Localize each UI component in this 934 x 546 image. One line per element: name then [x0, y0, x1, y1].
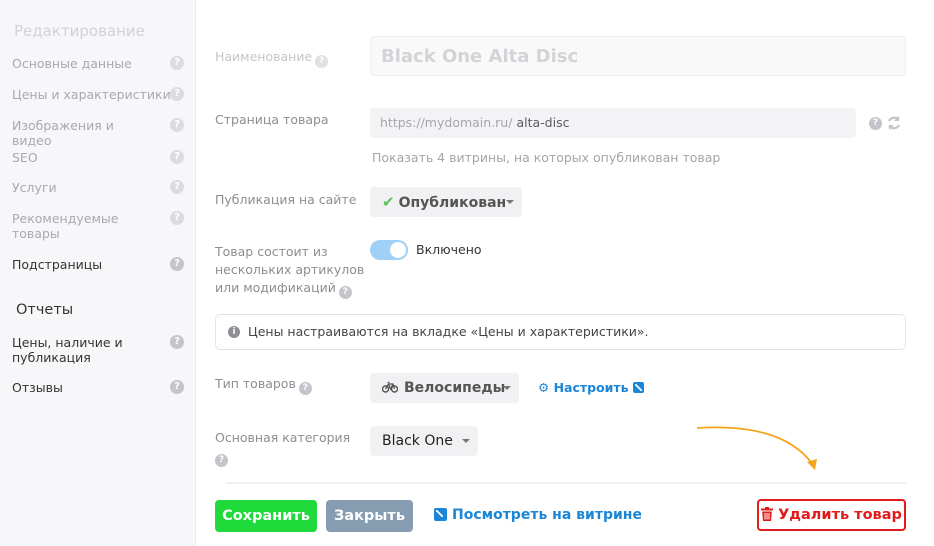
sidebar-item-recommended[interactable]: Рекомендуемые товары ?	[12, 211, 188, 241]
close-button[interactable]: Закрыть	[326, 500, 413, 532]
publication-select[interactable]: ✔ Опубликован	[370, 187, 522, 217]
url-base: https://mydomain.ru/	[380, 115, 513, 130]
help-icon[interactable]: ?	[170, 335, 184, 349]
publication-label: Публикация на сайте	[215, 192, 357, 207]
sidebar-item-prices[interactable]: Цены и характеристики ?	[12, 87, 188, 102]
save-button[interactable]: Сохранить	[215, 500, 317, 532]
sidebar-item-label: Отзывы	[12, 380, 63, 395]
category-label-text: Основная категория	[215, 430, 351, 445]
help-icon[interactable]: ?	[170, 211, 184, 225]
sidebar-item-label: Изображения и видео	[12, 118, 114, 148]
prices-notice: i Цены настраиваются на вкладке «Цены и …	[215, 314, 906, 350]
check-icon: ✔	[382, 193, 395, 211]
type-label-text: Тип товаров	[215, 376, 296, 391]
chevron-down-icon	[506, 200, 514, 204]
info-icon: i	[228, 326, 240, 338]
sidebar-item-label: Подстраницы	[12, 257, 103, 272]
help-icon[interactable]: ?	[338, 286, 352, 299]
bicycle-icon	[382, 381, 398, 393]
storefronts-info-link[interactable]: Показать 4 витрины, на которых опубликов…	[372, 150, 720, 165]
trash-icon	[761, 507, 774, 521]
help-icon[interactable]: ?	[170, 380, 184, 394]
view-link-label: Посмотреть на витрине	[452, 507, 642, 523]
delete-button-label: Удалить товар	[778, 507, 902, 523]
product-edit-form: Наименование? Black One Alta Disc Страни…	[196, 0, 934, 546]
variants-label: Товар состоит из нескольких артикулов ил…	[215, 243, 365, 299]
publication-value: Опубликован	[398, 195, 507, 211]
help-icon[interactable]: ?	[215, 454, 228, 467]
help-icon[interactable]: ?	[170, 257, 184, 271]
help-icon[interactable]: ?	[170, 56, 184, 70]
variants-toggle[interactable]	[370, 240, 408, 260]
page-label: Страница товара	[215, 112, 329, 127]
name-label: Наименование?	[215, 48, 329, 68]
category-label: Основная категория?	[215, 429, 365, 467]
help-icon[interactable]: ?	[315, 55, 329, 68]
footer-toolbar: Сохранить Закрыть Посмотреть на витрине …	[196, 488, 934, 546]
reports-section-title: Отчеты	[16, 302, 74, 318]
sidebar-item-label: Рекомендуемые товары	[12, 211, 119, 241]
notice-text: Цены настраиваются на вкладке «Цены и ха…	[248, 324, 649, 339]
sidebar-item-label: Услуги	[12, 180, 57, 195]
view-on-storefront-link[interactable]: Посмотреть на витрине	[434, 507, 642, 523]
help-icon[interactable]: ?	[869, 117, 882, 130]
name-label-text: Наименование	[215, 49, 313, 64]
sidebar-item-label: Основные данные	[12, 56, 132, 71]
sidebar-item-subpages[interactable]: Подстраницы ?	[12, 257, 188, 272]
divider	[226, 482, 906, 484]
sidebar-title: Редактирование	[14, 22, 145, 40]
chevron-down-icon	[462, 439, 470, 443]
type-label: Тип товаров?	[215, 375, 312, 395]
help-icon[interactable]: ?	[170, 180, 184, 194]
configure-link-label: Настроить	[553, 380, 629, 395]
help-icon[interactable]: ?	[170, 87, 184, 101]
refresh-icon[interactable]	[886, 115, 902, 131]
delete-product-button[interactable]: Удалить товар	[757, 499, 906, 531]
sidebar-item-label: Цены, наличие и публикация	[12, 335, 123, 365]
external-link-icon	[632, 382, 644, 393]
sidebar-item-images[interactable]: Изображения и видео ?	[12, 118, 188, 148]
product-type-value: Велосипеды	[404, 380, 506, 396]
product-type-select[interactable]: Велосипеды	[370, 373, 519, 403]
category-value: Black One	[382, 433, 453, 449]
sidebar-item-reviews[interactable]: Отзывы ?	[12, 380, 188, 395]
sidebar-item-services[interactable]: Услуги ?	[12, 180, 188, 195]
sidebar-item-seo[interactable]: SEO ?	[12, 150, 188, 165]
toggle-knob	[390, 242, 406, 258]
help-icon[interactable]: ?	[298, 382, 312, 395]
sidebar: Редактирование Основные данные ? Цены и …	[0, 0, 196, 546]
external-link-icon	[434, 508, 447, 521]
url-slug-input[interactable]: alta-disc	[516, 115, 569, 130]
help-icon[interactable]: ?	[170, 118, 184, 132]
product-url-field[interactable]: https://mydomain.ru/alta-disc	[370, 108, 856, 138]
product-name-input[interactable]: Black One Alta Disc	[370, 36, 906, 76]
configure-link[interactable]: ⚙ Настроить	[538, 380, 644, 395]
sidebar-item-label: Цены и характеристики	[12, 87, 171, 102]
variants-toggle-label: Включено	[416, 242, 482, 257]
category-select[interactable]: Black One	[370, 426, 478, 456]
chevron-down-icon	[503, 386, 511, 390]
sidebar-item-stock-report[interactable]: Цены, наличие и публикация ?	[12, 335, 188, 365]
gear-icon: ⚙	[538, 380, 550, 395]
sidebar-item-main-data[interactable]: Основные данные ?	[12, 56, 188, 71]
sidebar-item-label: SEO	[12, 150, 38, 165]
help-icon[interactable]: ?	[170, 150, 184, 164]
